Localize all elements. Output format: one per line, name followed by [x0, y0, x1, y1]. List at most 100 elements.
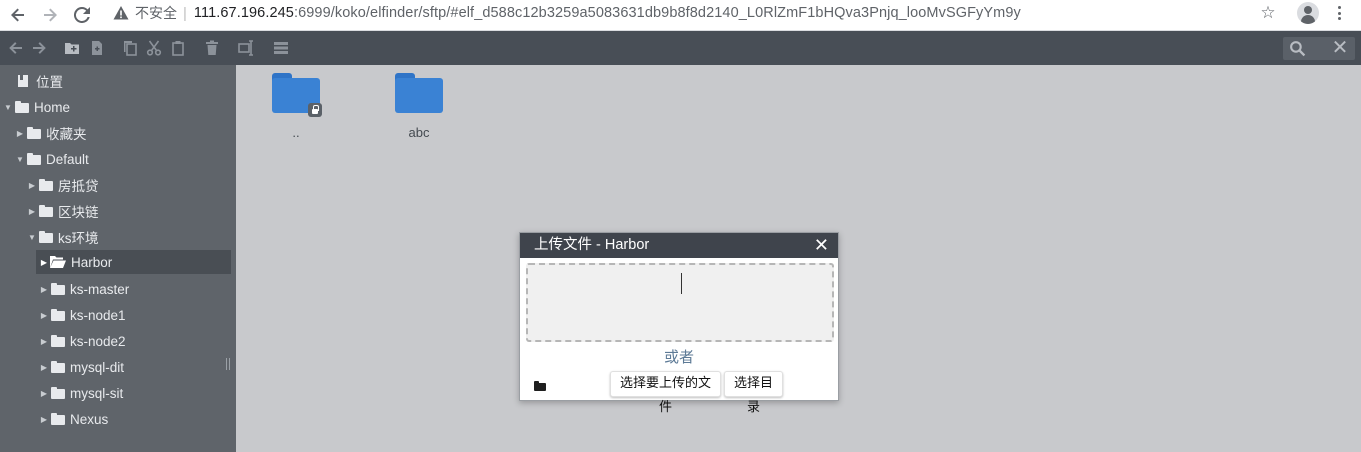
- folder-icon: [15, 101, 29, 113]
- tree-item-label: ks-node2: [70, 333, 126, 349]
- collapsed-arrow-icon[interactable]: ▶: [39, 381, 49, 405]
- folder-icon: [51, 283, 65, 295]
- browser-bar: 不安全 | 111.67.196.245 :6999/koko/elfinder…: [0, 0, 1361, 31]
- file-name: abc: [408, 125, 430, 140]
- tree-item-blockchain[interactable]: ▶ 区块链: [27, 199, 99, 223]
- collapsed-arrow-icon[interactable]: ▶: [27, 173, 37, 197]
- folder-icon: [51, 361, 65, 373]
- paste-icon[interactable]: [169, 39, 187, 57]
- collapsed-arrow-icon[interactable]: ▶: [39, 355, 49, 379]
- tree-item-label: 区块链: [58, 205, 99, 220]
- file-name: ..: [292, 125, 300, 140]
- bookmark-star-icon[interactable]: ☆: [1258, 3, 1278, 23]
- search-icon[interactable]: [1289, 40, 1306, 57]
- tree-item-ks-node2[interactable]: ▶ ks-node2: [39, 329, 126, 353]
- expanded-arrow-icon[interactable]: ▼: [3, 95, 13, 119]
- tree-item-label: ks-node1: [70, 307, 126, 323]
- tree-item-ks-node1[interactable]: ▶ ks-node1: [39, 303, 126, 327]
- or-label: 或者: [663, 349, 694, 366]
- close-icon[interactable]: ✕: [814, 234, 829, 256]
- new-folder-icon[interactable]: [63, 39, 81, 57]
- tree-item-mysql-dit[interactable]: ▶ mysql-dit: [39, 355, 124, 379]
- sidebar-resize-handle[interactable]: [226, 358, 230, 370]
- url-host: 111.67.196.245: [193, 5, 294, 21]
- warning-icon: [113, 6, 129, 20]
- tree-item-label: Home: [34, 99, 71, 115]
- tree-item-default[interactable]: ▼ Default: [15, 147, 89, 171]
- bookmark-icon: [18, 75, 28, 87]
- tree-item-nexus[interactable]: ▶ Nexus: [39, 407, 108, 431]
- folder-icon: [39, 205, 53, 217]
- collapsed-arrow-icon[interactable]: ▶: [39, 250, 49, 274]
- folder-icon: [51, 309, 65, 321]
- tree-item-label: Nexus: [70, 411, 109, 427]
- dialog-title: 上传文件 - Harbor: [534, 237, 650, 253]
- tree-item-label: 房抵贷: [58, 179, 99, 194]
- file-item-parent[interactable]: ..: [256, 73, 336, 140]
- folder-icon: [51, 335, 65, 347]
- browser-back-icon[interactable]: [6, 4, 30, 26]
- select-directory-button[interactable]: 选择目录: [724, 371, 783, 415]
- view-icon[interactable]: [272, 39, 290, 57]
- upload-dialog: 上传文件 - Harbor ✕ 或者 选择要上传的文件 选择目录: [519, 232, 839, 415]
- collapsed-arrow-icon[interactable]: ▶: [27, 199, 37, 223]
- tree-item-label: Default: [46, 151, 89, 167]
- delete-icon[interactable]: [203, 39, 221, 57]
- new-file-icon[interactable]: [88, 39, 106, 57]
- tree-item-label: 收藏夹: [46, 127, 87, 142]
- insecure-label: 不安全: [135, 5, 177, 21]
- folder-icon: [27, 127, 41, 139]
- folder-icon: [51, 387, 65, 399]
- tree-item-fangdidai[interactable]: ▶ 房抵贷: [27, 173, 99, 197]
- tree-item-label: Harbor: [71, 254, 113, 270]
- browser-reload-icon[interactable]: [70, 4, 94, 26]
- collapsed-arrow-icon[interactable]: ▶: [39, 303, 49, 327]
- tree-item-mysql-sit[interactable]: ▶ mysql-sit: [39, 381, 123, 405]
- text-cursor: [681, 273, 682, 294]
- tree-item-ks-env[interactable]: ▼ ks环境: [27, 225, 99, 249]
- tree-item-label: ks-master: [70, 281, 130, 297]
- dialog-titlebar[interactable]: 上传文件 - Harbor ✕: [520, 233, 838, 258]
- folder-icon: [534, 381, 546, 391]
- tree-item-harbor[interactable]: ▶ Harbor: [36, 250, 231, 274]
- back-icon[interactable]: [7, 39, 25, 57]
- profile-avatar-icon[interactable]: [1297, 2, 1319, 24]
- url-separator: |: [183, 4, 187, 22]
- collapsed-arrow-icon[interactable]: ▶: [15, 121, 25, 145]
- close-icon[interactable]: ✕: [1331, 38, 1349, 58]
- open-folder-icon: [50, 256, 66, 268]
- expanded-arrow-icon[interactable]: ▼: [27, 225, 37, 249]
- toolbar: ✕: [0, 31, 1361, 65]
- browser-menu-icon[interactable]: [1333, 4, 1345, 22]
- address-bar[interactable]: 不安全 | 111.67.196.245 :6999/koko/elfinder…: [103, 0, 1253, 26]
- folder-icon: [272, 73, 322, 117]
- tree-item-label: ks环境: [58, 231, 99, 246]
- tree-item-label: mysql-dit: [70, 359, 125, 375]
- collapsed-arrow-icon[interactable]: ▶: [39, 277, 49, 301]
- browser-forward-icon[interactable]: [38, 4, 62, 26]
- sidebar-places[interactable]: 位置: [17, 69, 63, 93]
- folder-icon: [395, 73, 443, 113]
- lock-icon: [308, 103, 322, 117]
- expanded-arrow-icon[interactable]: ▼: [15, 147, 25, 171]
- places-label: 位置: [36, 75, 63, 90]
- folder-icon: [27, 153, 41, 165]
- tree-item-favorites[interactable]: ▶ 收藏夹: [15, 121, 87, 145]
- forward-icon[interactable]: [30, 39, 48, 57]
- collapsed-arrow-icon[interactable]: ▶: [39, 329, 49, 353]
- collapsed-arrow-icon[interactable]: ▶: [39, 407, 49, 431]
- cut-icon[interactable]: [145, 39, 163, 57]
- tree-item-ks-master[interactable]: ▶ ks-master: [39, 277, 129, 301]
- tree-item-home[interactable]: ▼ Home: [3, 95, 70, 119]
- search-box[interactable]: ✕: [1283, 37, 1355, 60]
- rename-icon[interactable]: [237, 39, 255, 57]
- url-path: :6999/koko/elfinder/sftp/#elf_d588c12b32…: [293, 5, 1021, 21]
- copy-icon[interactable]: [121, 39, 139, 57]
- upload-dropzone[interactable]: [526, 263, 834, 342]
- select-files-button[interactable]: 选择要上传的文件: [610, 371, 721, 415]
- file-item-abc[interactable]: abc: [379, 73, 459, 140]
- folder-icon: [51, 413, 65, 425]
- sidebar: 位置 ▼ Home ▶ 收藏夹 ▼ Default ▶ 房抵贷 ▶ 区块链 ▼ …: [0, 65, 236, 452]
- folder-icon: [39, 179, 53, 191]
- folder-icon: [39, 231, 53, 243]
